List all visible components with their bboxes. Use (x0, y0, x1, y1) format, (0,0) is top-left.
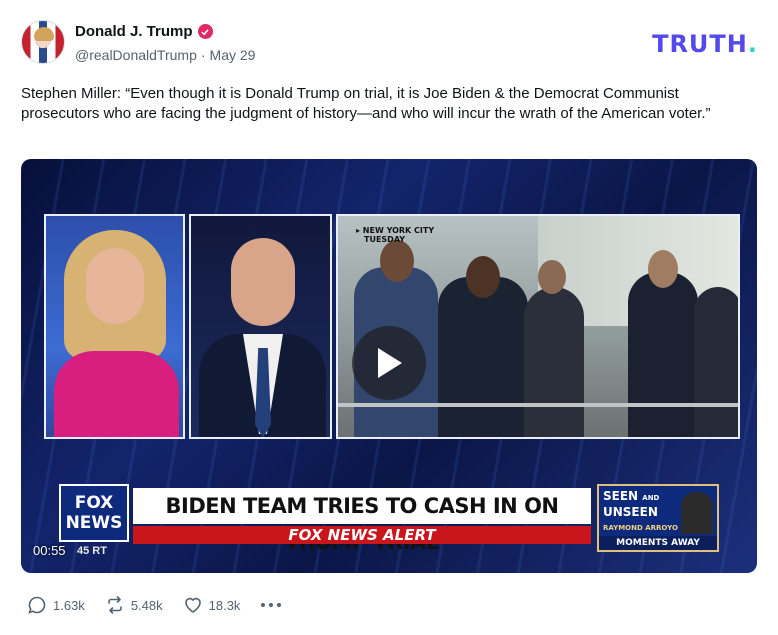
retruth-icon (108, 596, 122, 614)
post-actions: 1.63k 5.48k 18.3k (27, 594, 282, 616)
ticker-fragment: 45 RT (77, 545, 107, 557)
more-icon (261, 603, 282, 607)
logo-text: TRUTH (652, 30, 748, 58)
fox-news-logo: FOX NEWS (59, 484, 129, 542)
promo-moments: MOMENTS AWAY (599, 536, 717, 550)
video-panel-host (44, 214, 185, 439)
reply-count: 1.63k (53, 597, 85, 613)
like-count: 18.3k (208, 597, 241, 613)
author-name-row: Donald J. Trump (75, 23, 213, 40)
avatar[interactable] (21, 20, 65, 64)
author-meta: @realDonaldTrump · May 29 (75, 47, 255, 63)
reply-button[interactable]: 1.63k (27, 595, 85, 615)
play-button[interactable] (352, 326, 426, 400)
author-display-name[interactable]: Donald J. Trump (75, 23, 193, 40)
reply-icon (28, 596, 46, 614)
retruth-count: 5.48k (130, 597, 163, 613)
logo-dot: . (747, 30, 758, 58)
promo-title: SEEN AND UNSEEN (603, 489, 659, 519)
location-tag: ▸ NEW YORK CITY TUESDAY (356, 226, 434, 244)
post-body-text: Stephen Miller: “Even though it is Donal… (21, 85, 711, 122)
show-promo: SEEN AND UNSEEN RAYMOND ARROYO MOMENTS A… (597, 484, 719, 552)
video-player[interactable]: ▸ NEW YORK CITY TUESDAY FOX NEWS BIDEN T… (21, 159, 757, 573)
video-timestamp: 00:55 (33, 543, 66, 558)
promo-title-1: SEEN (603, 489, 639, 503)
network-line-2: NEWS (65, 513, 123, 533)
news-headline: BIDEN TEAM TRIES TO CASH IN ON TRUMP TRI… (133, 488, 591, 554)
meta-separator: · (200, 47, 206, 63)
like-button[interactable]: 18.3k (183, 595, 241, 615)
location-line-1: ▸ NEW YORK CITY (356, 226, 435, 235)
verified-badge-icon (197, 24, 213, 39)
truth-logo[interactable]: TRUTH. (652, 30, 758, 58)
post-header: Donald J. Trump @realDonaldTrump · May 2… (21, 20, 758, 66)
news-lower-third: FOX NEWS BIDEN TEAM TRIES TO CASH IN ON … (59, 484, 719, 554)
more-button[interactable] (260, 601, 282, 609)
promo-thumbnail (681, 492, 713, 534)
heart-icon (184, 597, 201, 613)
author-handle[interactable]: @realDonaldTrump (75, 47, 197, 63)
promo-title-2: UNSEEN (603, 505, 658, 519)
location-line-2: TUESDAY (364, 235, 406, 244)
network-line-1: FOX (74, 493, 114, 513)
play-icon (378, 348, 402, 378)
post-date[interactable]: May 29 (210, 47, 256, 63)
retruth-button[interactable]: 5.48k (105, 595, 163, 615)
video-panel-guest (189, 214, 332, 439)
promo-and: AND (642, 494, 660, 502)
news-alert-bar: FOX NEWS ALERT (133, 526, 591, 544)
promo-subject: RAYMOND ARROYO (603, 524, 678, 532)
